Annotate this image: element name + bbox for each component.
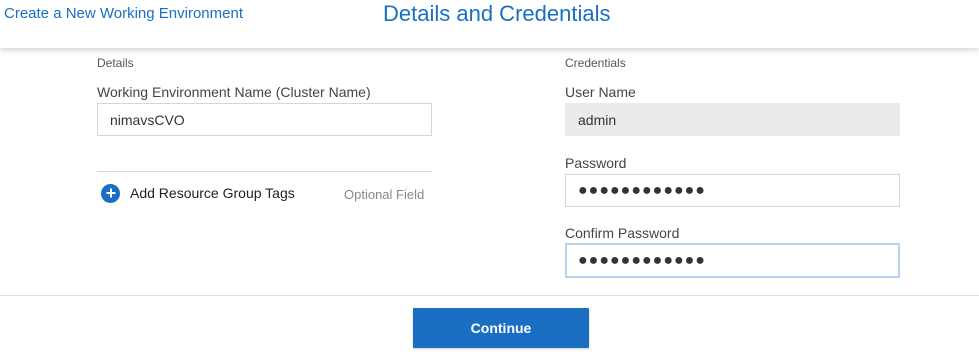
- create-working-environment-link[interactable]: Create a New Working Environment: [4, 5, 243, 22]
- credentials-heading: Credentials: [565, 56, 626, 70]
- details-heading: Details: [97, 56, 134, 70]
- username-label: User Name: [565, 84, 636, 100]
- details-divider: [97, 171, 432, 172]
- add-resource-group-tags-button[interactable]: Add Resource Group Tags: [101, 183, 295, 203]
- optional-field-label: Optional Field: [344, 187, 425, 202]
- confirm-password-input[interactable]: [565, 243, 900, 278]
- footer-divider: [0, 295, 979, 296]
- username-input[interactable]: [565, 103, 900, 136]
- confirm-password-label: Confirm Password: [565, 225, 680, 241]
- password-label: Password: [565, 155, 627, 171]
- continue-button[interactable]: Continue: [413, 308, 589, 348]
- cluster-name-label: Working Environment Name (Cluster Name): [97, 84, 371, 100]
- password-input[interactable]: [565, 174, 900, 207]
- plus-circle-icon: [101, 183, 120, 203]
- cluster-name-input[interactable]: [97, 103, 432, 136]
- add-resource-group-tags-label: Add Resource Group Tags: [130, 185, 295, 201]
- header-bar: Create a New Working Environment Details…: [0, 0, 979, 48]
- page-title: Details and Credentials: [383, 1, 611, 26]
